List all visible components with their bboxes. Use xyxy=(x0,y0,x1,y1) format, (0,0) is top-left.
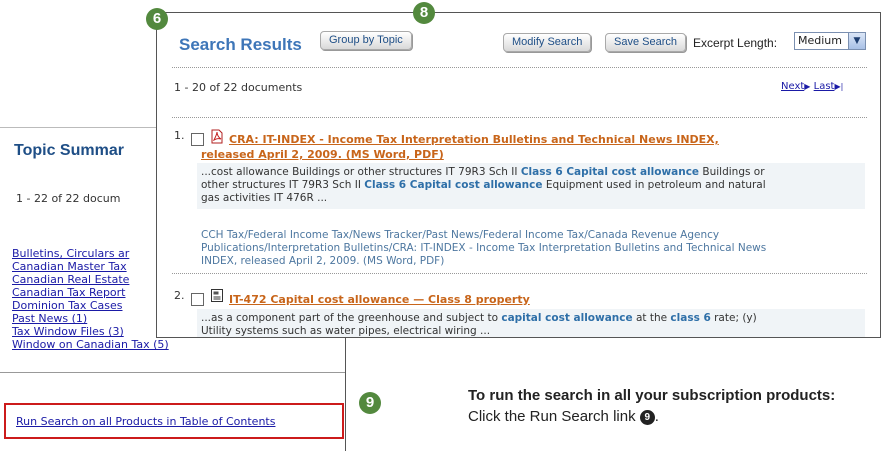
result-excerpt: ...as a component part of the greenhouse… xyxy=(197,309,865,337)
topic-summary-title: Topic Summar xyxy=(14,142,124,159)
result-title-link[interactable]: CRA: IT-INDEX - Income Tax Interpretatio… xyxy=(229,133,719,147)
excerpt-text: at the xyxy=(632,312,671,324)
callout-badge-8: 8 xyxy=(413,2,435,24)
instruction-text: To run the search in all your subscripti… xyxy=(468,385,878,427)
topic-list: Bulletins, Circulars ar Canadian Master … xyxy=(12,247,169,351)
result-title-link[interactable]: released April 2, 2009. (MS Word, PDF) xyxy=(201,148,444,162)
topic-item: Canadian Real Estate xyxy=(12,273,169,286)
panel-divider xyxy=(0,372,345,373)
excerpt-text: ...as a component part of the greenhouse… xyxy=(201,312,502,324)
chevron-down-icon: ▼ xyxy=(848,33,865,49)
divider xyxy=(172,117,867,118)
excerpt-text: rate; (y) xyxy=(710,312,757,324)
modify-search-button[interactable]: Modify Search xyxy=(503,33,592,52)
next-arrow-icon: ▶ xyxy=(804,82,811,91)
topic-item: Bulletins, Circulars ar xyxy=(12,247,169,260)
topic-item: Canadian Master Tax xyxy=(12,260,169,273)
topic-item: Tax Window Files (3) xyxy=(12,325,169,338)
next-page-link[interactable]: Next xyxy=(781,81,804,92)
last-page-link[interactable]: Last xyxy=(814,81,835,92)
topic-link[interactable]: Canadian Tax Report xyxy=(12,286,126,299)
topic-link[interactable]: Canadian Master Tax xyxy=(12,260,127,273)
last-arrow-icon: ▶| xyxy=(834,82,844,91)
divider xyxy=(172,273,867,274)
topic-summary-count: 1 - 22 of 22 docum xyxy=(16,192,121,205)
excerpt-text: Equipment used in petroleum and natural xyxy=(542,179,766,191)
instruction-body: Click the Run Search link 9. xyxy=(468,408,659,425)
breadcrumb-line: CCH Tax/Federal Income Tax/News Tracker/… xyxy=(201,229,720,241)
result-number: 1. xyxy=(174,129,185,142)
result-range-text: 1 - 20 of 22 documents xyxy=(174,81,303,94)
topic-link[interactable]: Window on Canadian Tax (5) xyxy=(12,338,169,351)
group-by-topic-button[interactable]: Group by Topic xyxy=(320,31,412,50)
inline-badge-9: 9 xyxy=(639,410,655,425)
topic-link[interactable]: Bulletins, Circulars ar xyxy=(12,247,129,260)
topic-link[interactable]: Dominion Tax Cases xyxy=(12,299,123,312)
excerpt-text: Buildings or xyxy=(699,166,765,178)
divider xyxy=(172,67,867,68)
topic-item: Canadian Tax Report xyxy=(12,286,169,299)
excerpt-text: ...cost allowance Buildings or other str… xyxy=(201,166,521,178)
result-checkbox[interactable] xyxy=(191,133,204,146)
result-breadcrumb: CCH Tax/Federal Income Tax/News Tracker/… xyxy=(201,229,766,268)
pager: Next▶ Last▶| xyxy=(781,81,843,92)
excerpt-text: Utility systems such as water pipes, ele… xyxy=(201,325,491,337)
result-checkbox[interactable] xyxy=(191,293,204,306)
document-icon xyxy=(211,289,223,302)
topic-item: Past News (1) xyxy=(12,312,169,325)
instruction-body-text: Click the Run Search link xyxy=(468,408,636,425)
topic-link[interactable]: Tax Window Files (3) xyxy=(12,325,124,338)
excerpt-text: other structures IT 79R3 Sch II xyxy=(201,179,365,191)
save-search-button[interactable]: Save Search xyxy=(605,33,686,52)
excerpt-length-label: Excerpt Length: xyxy=(693,36,778,50)
excerpt-length-select[interactable]: Medium ▼ xyxy=(794,32,866,50)
callout-badge-6: 6 xyxy=(146,8,168,30)
pdf-icon xyxy=(211,129,223,144)
breadcrumb-line: INDEX, released April 2, 2009. (MS Word,… xyxy=(201,255,445,267)
search-term-highlight: Class 6 Capital cost allowance xyxy=(364,179,543,191)
excerpt-length-value: Medium xyxy=(798,34,842,47)
topic-link[interactable]: Canadian Real Estate xyxy=(12,273,129,286)
search-term-highlight: Class 6 Capital cost allowance xyxy=(520,166,700,178)
topic-link[interactable]: Past News (1) xyxy=(12,312,87,325)
search-term-highlight: capital cost allowance xyxy=(501,312,633,324)
instruction-heading: To run the search in all your subscripti… xyxy=(468,387,836,404)
run-search-highlight-box: Run Search on all Products in Table of C… xyxy=(4,403,344,439)
search-results-panel: Search Results Group by Topic Modify Sea… xyxy=(156,12,881,338)
topic-item: Window on Canadian Tax (5) xyxy=(12,338,169,351)
run-search-link[interactable]: Run Search on all Products in Table of C… xyxy=(16,415,275,428)
topic-item: Dominion Tax Cases xyxy=(12,299,169,312)
search-term-highlight: class 6 xyxy=(670,312,711,324)
result-excerpt: ...cost allowance Buildings or other str… xyxy=(197,163,865,209)
result-number: 2. xyxy=(174,289,185,302)
result-title-link[interactable]: IT-472 Capital cost allowance — Class 8 … xyxy=(229,293,530,307)
breadcrumb-line: Publications/Interpretation Bulletins/CR… xyxy=(201,242,767,254)
excerpt-text: gas activities IT 476R ... xyxy=(201,192,328,204)
search-results-title: Search Results xyxy=(179,35,302,54)
callout-badge-9: 9 xyxy=(359,392,381,414)
